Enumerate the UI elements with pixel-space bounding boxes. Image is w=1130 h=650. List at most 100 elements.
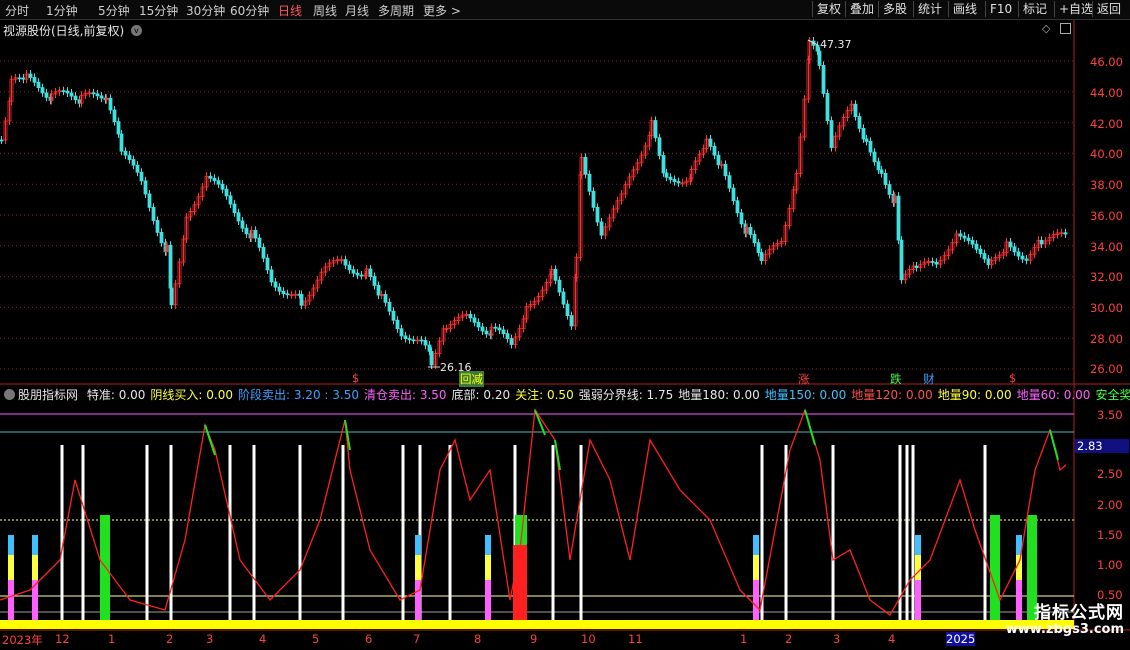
- indicator-param: 地量120: 0.00: [851, 388, 933, 402]
- candle-body: [825, 93, 830, 121]
- candle-body: [212, 177, 217, 182]
- candle-body: [269, 269, 274, 283]
- candle-body: [169, 287, 174, 306]
- candle-body: [108, 97, 113, 111]
- candle-body: [77, 99, 82, 104]
- candle-body: [127, 154, 132, 160]
- candle-body: [966, 237, 971, 241]
- candle-body: [411, 339, 416, 342]
- indicator-param: 阶段卖出: 3.20 : 3.50: [238, 388, 359, 402]
- price-tick: 40.00: [1090, 147, 1123, 161]
- ground-volume-block: [32, 555, 38, 580]
- indicator-param: 阴线买入: 0.00: [150, 388, 233, 402]
- candle-body: [899, 239, 904, 281]
- indicator-param: 强弱分界线: 1.75: [578, 388, 674, 402]
- candle-body: [151, 207, 156, 221]
- candle-body: [934, 261, 939, 265]
- chevron-down-icon[interactable]: [4, 389, 15, 400]
- candle-body: [982, 253, 987, 260]
- candle-body: [368, 268, 373, 277]
- candle-body: [116, 121, 121, 135]
- candle-body: [561, 291, 566, 305]
- candle-body: [36, 81, 41, 89]
- signal-dollar-2: $: [1009, 371, 1017, 385]
- candle-body: [427, 344, 432, 352]
- candle-body: [958, 233, 963, 237]
- candle-body: [232, 203, 237, 214]
- date-tick: 4: [888, 632, 896, 646]
- indicator-param: 地量180: 0.00: [678, 388, 760, 402]
- candle-body: [240, 220, 245, 229]
- candle-body: [119, 133, 124, 152]
- candle-body: [896, 195, 901, 241]
- price-tick: 36.00: [1090, 209, 1123, 223]
- price-tick: 32.00: [1090, 270, 1123, 284]
- candle-body: [429, 350, 434, 366]
- price-tick: 38.00: [1090, 178, 1123, 192]
- indicator-param: 地量60: 0.00: [1016, 388, 1091, 402]
- candle-body: [28, 73, 33, 78]
- ground-volume-block: [32, 535, 38, 555]
- candle-body: [347, 264, 352, 271]
- candle-body: [756, 242, 761, 253]
- candle-body: [216, 180, 221, 185]
- candle-body: [244, 227, 249, 235]
- candle-body: [359, 274, 364, 277]
- candle-body: [1012, 246, 1017, 253]
- ground-volume-block: [415, 555, 421, 580]
- candle-body: [731, 187, 736, 202]
- date-tick: 10: [581, 632, 596, 646]
- ground-volume-block: [8, 555, 14, 580]
- candle-body: [853, 103, 858, 117]
- candle-body: [399, 328, 404, 337]
- date-tick: 7: [413, 632, 421, 646]
- signal-die: 跌: [890, 372, 902, 386]
- candle-body: [261, 246, 266, 259]
- candle-body: [476, 321, 481, 328]
- candle-body: [676, 181, 681, 184]
- candle-body: [343, 259, 348, 266]
- candle-body: [220, 183, 225, 190]
- price-tick: 26.00: [1090, 362, 1123, 376]
- oscillator-down-segment: [804, 409, 816, 446]
- ground-volume-block: [485, 555, 491, 580]
- candle-body: [147, 193, 152, 208]
- candlestick-chart[interactable]: [0, 0, 1130, 650]
- candle-body: [565, 303, 570, 316]
- date-tick: 11: [628, 632, 643, 646]
- candle-body: [962, 235, 967, 239]
- candle-body: [281, 290, 286, 295]
- candle-body: [599, 221, 604, 236]
- candle-body: [351, 269, 356, 274]
- candle-body: [265, 257, 270, 271]
- candle-body: [1020, 255, 1025, 260]
- date-tick: 2023年: [2, 633, 43, 647]
- candle-body: [73, 95, 78, 101]
- candle-body: [978, 248, 983, 255]
- indicator-name: 股朋指标网: [18, 388, 79, 402]
- candle-body: [395, 319, 400, 330]
- ground-volume-block: [915, 535, 921, 555]
- candle-body: [883, 172, 888, 186]
- candle-body: [509, 338, 514, 345]
- candle-body: [569, 315, 574, 327]
- candle-body: [872, 151, 877, 163]
- date-tick: 8: [474, 632, 482, 646]
- ground-volume-block: [415, 535, 421, 555]
- indicator-param: 安全奖: 0: [1095, 388, 1130, 402]
- candle-body: [887, 184, 892, 195]
- candle-body: [817, 50, 822, 66]
- candle-body: [383, 294, 388, 303]
- date-tick: 6: [365, 632, 373, 646]
- price-tick: 44.00: [1090, 86, 1123, 100]
- watermark-title: 指标公式网: [1034, 603, 1124, 623]
- ground-volume-block: [8, 580, 14, 620]
- candle-body: [1024, 258, 1029, 261]
- candle-body: [0, 139, 4, 142]
- signal-dollar: $: [352, 371, 360, 385]
- indicator-tick: 2.50: [1097, 467, 1123, 481]
- candle-body: [403, 335, 408, 340]
- candle-body: [236, 212, 241, 222]
- candle-body: [879, 169, 884, 174]
- candle-body: [208, 175, 213, 179]
